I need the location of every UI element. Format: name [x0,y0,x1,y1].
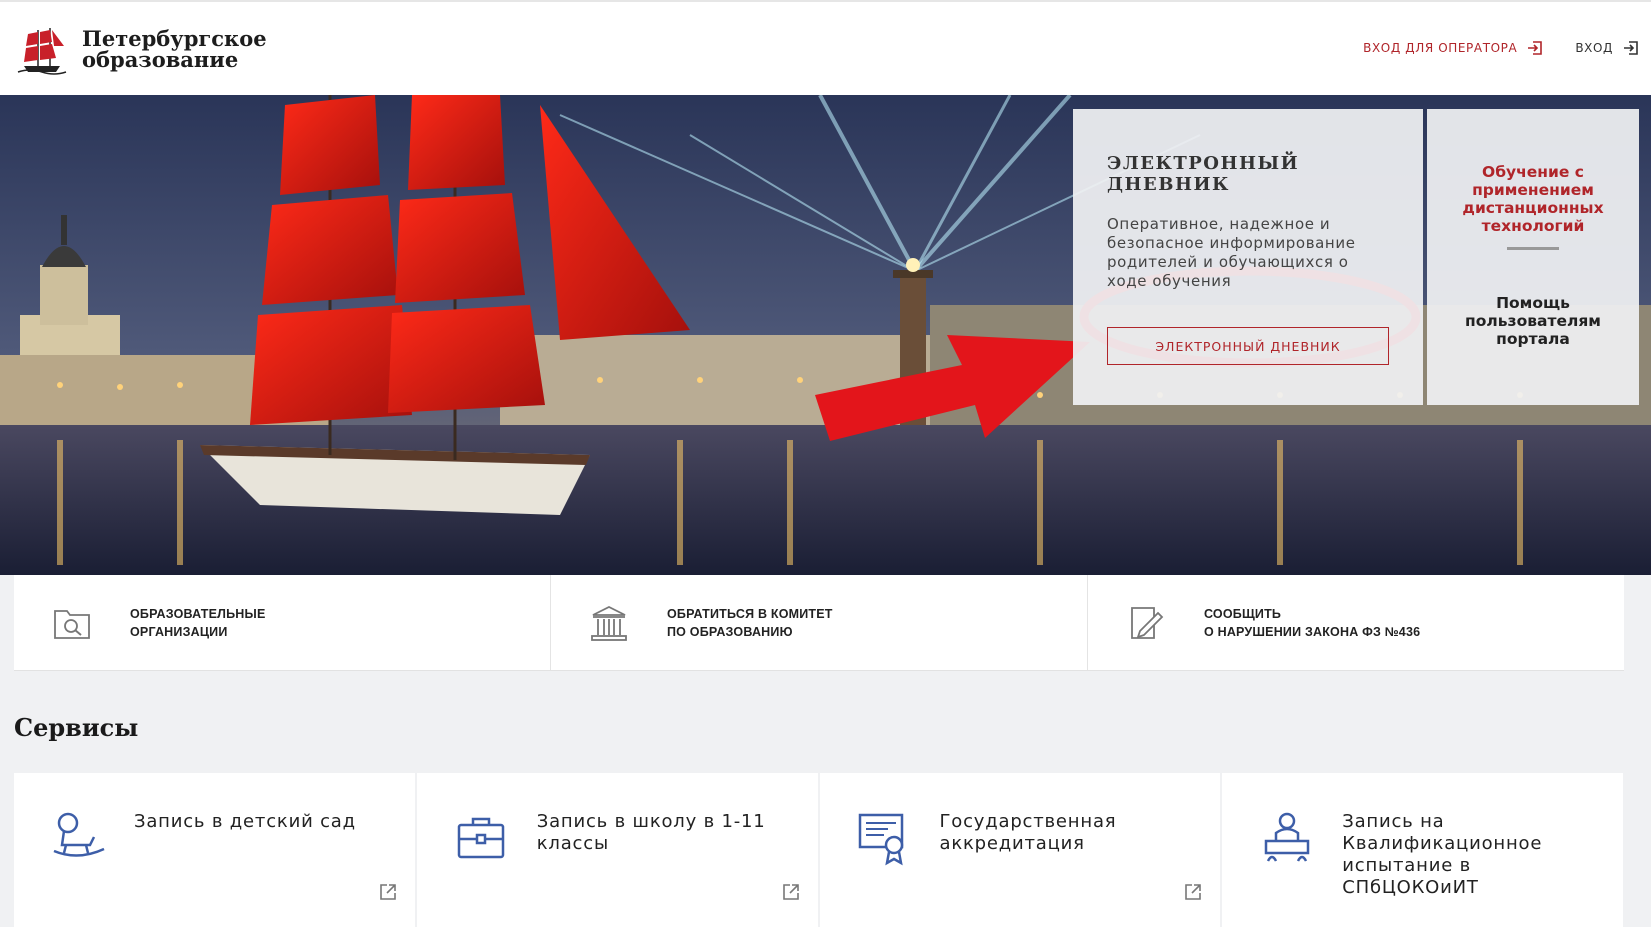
ship-logo-icon [17,28,67,75]
quick-links-bar: ОБРАЗОВАТЕЛЬНЫЕ ОРГАНИЗАЦИИ ОБРАТИТЬСЯ В… [14,575,1624,671]
user-help-link[interactable]: Помощь пользователям портала [1427,294,1639,348]
operator-login-link[interactable]: ВХОД ДЛЯ ОПЕРАТОРА [1363,40,1543,56]
quick-link-report-violation[interactable]: СООБЩИТЬ О НАРУШЕНИИ ЗАКОНА ФЗ №436 [1088,575,1624,670]
rocking-horse-icon [53,812,105,857]
side-info-card: Обучение с применением дистанционных тех… [1427,109,1639,405]
quick-link-organizations[interactable]: ОБРАЗОВАТЕЛЬНЫЕ ОРГАНИЗАЦИИ [14,575,551,670]
logo-line1: Петербургское [82,26,267,51]
quick-link-line1: СООБЩИТЬ [1204,606,1282,621]
external-link-icon [1185,884,1202,900]
services-heading: Сервисы [14,713,139,742]
header-nav: ВХОД ДЛЯ ОПЕРАТОРА ВХОД [1363,40,1639,56]
remote-learning-link[interactable]: Обучение с применением дистанционных тех… [1427,163,1639,235]
quick-link-text: ОБРАЗОВАТЕЛЬНЫЕ ОРГАНИЗАЦИИ [130,605,266,641]
diary-card-description: Оперативное, надежное и безопасное инфор… [1107,215,1356,290]
service-title: Запись в детский сад [134,811,356,832]
electronic-diary-card: ЭЛЕКТРОННЫЙ ДНЕВНИК Оперативное, надежно… [1073,109,1423,405]
quick-link-text: СООБЩИТЬ О НАРУШЕНИИ ЗАКОНА ФЗ №436 [1204,605,1420,641]
service-card-qualification-test[interactable]: Запись на Квалификационное испытание в С… [1222,773,1623,927]
edit-document-icon [1131,606,1164,639]
quick-link-line1: ОБРАЗОВАТЕЛЬНЫЕ [130,606,266,621]
folder-search-icon [54,609,90,639]
briefcase-icon [457,817,504,859]
quick-link-line2: ОРГАНИЗАЦИИ [130,624,228,639]
site-header: Петербургское образование ВХОД ДЛЯ ОПЕРА… [0,0,1651,95]
site-logo[interactable]: Петербургское образование [16,22,267,76]
services-grid: Запись в детский сад Запись в школу в 1-… [14,773,1623,927]
diary-card-title: ЭЛЕКТРОННЫЙ ДНЕВНИК [1107,153,1300,195]
teacher-icon [1265,812,1310,862]
service-title: Запись в школу в 1-11 классы [536,811,766,854]
quick-link-text: ОБРАТИТЬСЯ В КОМИТЕТ ПО ОБРАЗОВАНИЮ [667,605,833,641]
logo-line2: образование [82,47,239,72]
quick-link-committee[interactable]: ОБРАТИТЬСЯ В КОМИТЕТ ПО ОБРАЗОВАНИЮ [551,575,1088,670]
operator-login-label: ВХОД ДЛЯ ОПЕРАТОРА [1363,41,1518,55]
logo-text: Петербургское образование [82,28,267,70]
certificate-icon [858,813,903,866]
card-divider [1507,247,1559,250]
service-card-accreditation[interactable]: Государственная аккредитация [819,773,1221,927]
quick-link-line2: ПО ОБРАЗОВАНИЮ [667,624,793,639]
service-title: Запись на Квалификационное испытание в С… [1342,811,1543,898]
service-card-school-enrollment[interactable]: Запись в школу в 1-11 классы [416,773,818,927]
login-link[interactable]: ВХОД [1575,40,1639,56]
electronic-diary-button[interactable]: ЭЛЕКТРОННЫЙ ДНЕВНИК [1107,327,1389,365]
login-arrow-icon [1624,41,1638,55]
service-title: Государственная аккредитация [939,811,1117,854]
hero-banner: ЭЛЕКТРОННЫЙ ДНЕВНИК Оперативное, надежно… [0,95,1651,575]
login-arrow-icon [1528,41,1543,55]
external-link-icon [782,884,799,900]
login-label: ВХОД [1575,41,1613,55]
quick-link-line1: ОБРАТИТЬСЯ В КОМИТЕТ [667,606,833,621]
service-card-kindergarten[interactable]: Запись в детский сад [14,773,415,927]
quick-link-line2: О НАРУШЕНИИ ЗАКОНА ФЗ №436 [1204,624,1421,639]
building-icon [591,605,627,641]
external-link-icon [379,884,396,900]
